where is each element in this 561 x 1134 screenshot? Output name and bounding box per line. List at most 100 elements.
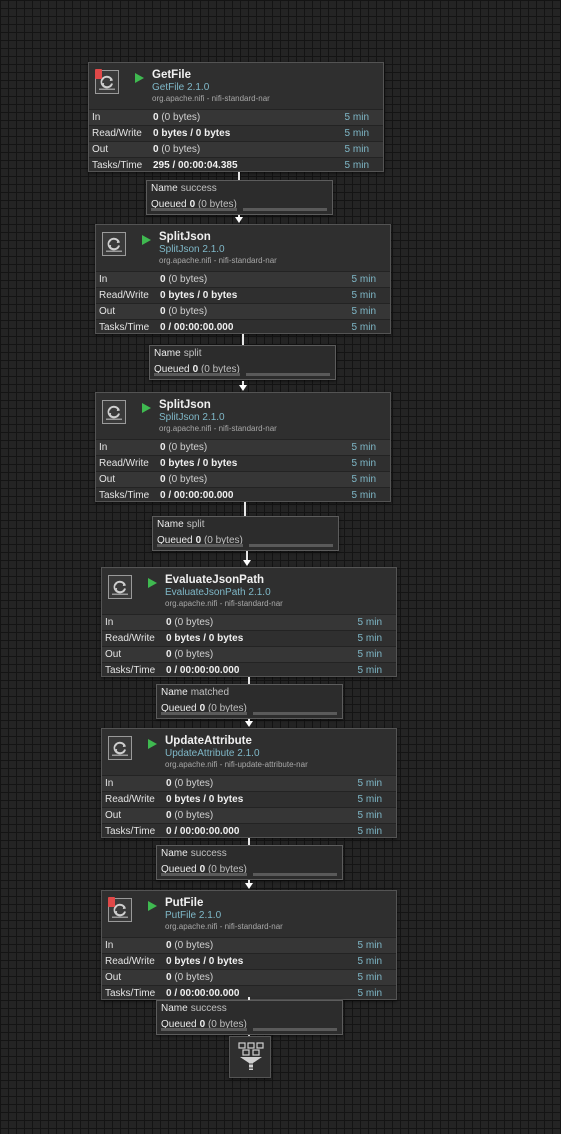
stat-label: Read/Write: [99, 290, 149, 301]
connection-label[interactable]: Name split Queued 0 (0 bytes): [152, 516, 339, 551]
stat-value: 0 (0 bytes): [153, 142, 200, 157]
running-status-icon: [135, 73, 144, 83]
stat-label: Out: [92, 144, 109, 155]
connection-edge[interactable]: [248, 838, 250, 845]
stat-value: 0 (0 bytes): [166, 938, 213, 953]
stat-period: 5 min: [357, 956, 382, 967]
queue-count-bar: [161, 1028, 247, 1031]
stat-period: 5 min: [344, 160, 369, 171]
stat-value: 0 (0 bytes): [160, 272, 207, 287]
stat-row-read-write: Read/Write 0 bytes / 0 bytes 5 min: [102, 791, 396, 807]
funnel[interactable]: [229, 1036, 271, 1078]
processor-evaluatejsonpath[interactable]: EvaluateJsonPath EvaluateJsonPath 2.1.0 or…: [101, 567, 397, 677]
stat-value: 0 (0 bytes): [166, 776, 213, 791]
stat-detail: (0 bytes): [174, 649, 214, 660]
stat-label: In: [105, 940, 114, 951]
stat-count: 0 bytes / 0 bytes: [166, 633, 244, 644]
stat-period: 5 min: [357, 633, 382, 644]
processor-header: UpdateAttribute UpdateAttribute 2.1.0 org.…: [102, 729, 396, 775]
queue-size-bar: [249, 544, 333, 547]
queue-size-bar: [253, 873, 337, 876]
flow-canvas[interactable]: GetFile GetFile 2.1.0 org.apache.nifi - ni…: [0, 0, 561, 1134]
stat-period: 5 min: [357, 794, 382, 805]
stat-period: 5 min: [351, 442, 376, 453]
connection-name-label: Name: [161, 848, 188, 859]
stat-period: 5 min: [351, 322, 376, 333]
stat-label: In: [105, 778, 114, 789]
stat-count: 0: [160, 306, 166, 317]
connection-edge[interactable]: [244, 502, 246, 516]
processor-splitjson-2[interactable]: SplitJson SplitJson 2.1.0 org.apache.nifi …: [95, 392, 391, 502]
invalid-warning-icon[interactable]: [95, 69, 102, 79]
stat-count: 0 bytes / 0 bytes: [166, 794, 244, 805]
stat-label: Out: [105, 810, 122, 821]
stat-value: 0 (0 bytes): [166, 615, 213, 630]
stat-label: In: [99, 442, 108, 453]
stat-value: 295 / 00:00:04.385: [153, 158, 238, 173]
stat-count: 0 bytes / 0 bytes: [153, 128, 231, 139]
stat-period: 5 min: [357, 988, 382, 999]
stat-value: 0 (0 bytes): [160, 472, 207, 487]
connection-edge[interactable]: [248, 677, 250, 684]
stat-count: 0 / 00:00:00.000: [160, 490, 234, 501]
stat-row-read-write: Read/Write 0 bytes / 0 bytes 5 min: [102, 953, 396, 969]
connection-label[interactable]: Name success Queued 0 (0 bytes): [146, 180, 333, 215]
stat-count: 0 bytes / 0 bytes: [160, 290, 238, 301]
stat-detail: (0 bytes): [168, 442, 208, 453]
stat-count: 0 / 00:00:00.000: [166, 988, 240, 999]
stat-count: 0 / 00:00:00.000: [166, 826, 240, 837]
connection-label[interactable]: Name success Queued 0 (0 bytes): [156, 1000, 343, 1035]
stat-count: 0: [153, 144, 159, 155]
stat-detail: (0 bytes): [174, 617, 214, 628]
processor-bundle: org.apache.nifi - nifi-standard-nar: [159, 256, 277, 265]
connection-name-label: Name: [154, 348, 181, 359]
processor-splitjson-1[interactable]: SplitJson SplitJson 2.1.0 org.apache.nifi …: [95, 224, 391, 334]
running-status-icon: [142, 403, 151, 413]
connection-label[interactable]: Name split Queued 0 (0 bytes): [149, 345, 336, 380]
stat-count: 0: [160, 274, 166, 285]
stat-row-out: Out 0 (0 bytes) 5 min: [89, 141, 383, 157]
connection-name-row: Name success: [161, 847, 227, 861]
stat-period: 5 min: [351, 290, 376, 301]
stat-row-tasks-time: Tasks/Time 0 / 00:00:00.000 5 min: [102, 662, 396, 678]
connection-name: success: [190, 848, 227, 859]
stat-count: 0: [153, 112, 159, 123]
stat-count: 0: [166, 649, 172, 660]
queue-size-bar: [246, 373, 330, 376]
connection-label[interactable]: Name success Queued 0 (0 bytes): [156, 845, 343, 880]
connection-edge[interactable]: [238, 172, 240, 180]
processor-name: PutFile: [165, 897, 204, 909]
processor-name: EvaluateJsonPath: [165, 574, 265, 586]
stat-row-in: In 0 (0 bytes) 5 min: [89, 109, 383, 125]
connection-name-label: Name: [157, 519, 184, 530]
invalid-warning-icon[interactable]: [108, 897, 115, 907]
stat-detail: (0 bytes): [168, 274, 208, 285]
stat-period: 5 min: [357, 940, 382, 951]
processor-putfile[interactable]: PutFile PutFile 2.1.0 org.apache.nifi - ni…: [101, 890, 397, 1000]
stat-period: 5 min: [351, 274, 376, 285]
processor-header: PutFile PutFile 2.1.0 org.apache.nifi - ni…: [102, 891, 396, 937]
stat-value: 0 / 00:00:00.000: [160, 320, 233, 335]
processor-type: UpdateAttribute 2.1.0: [165, 748, 260, 759]
processor-updateattribute[interactable]: UpdateAttribute UpdateAttribute 2.1.0 org.…: [101, 728, 397, 838]
connection-edge[interactable]: [248, 997, 250, 1000]
stat-value: 0 (0 bytes): [166, 808, 213, 823]
processor-type: SplitJson 2.1.0: [159, 412, 225, 423]
funnel-icon: [238, 1042, 264, 1070]
queue-size-bar: [243, 208, 327, 211]
stat-value: 0 bytes / 0 bytes: [166, 631, 243, 646]
stat-count: 0 / 00:00:00.000: [160, 322, 234, 333]
processor-header: SplitJson SplitJson 2.1.0 org.apache.nifi …: [96, 393, 390, 439]
processor-getfile[interactable]: GetFile GetFile 2.1.0 org.apache.nifi - ni…: [88, 62, 384, 172]
stat-count: 0: [166, 940, 172, 951]
connection-edge[interactable]: [242, 334, 244, 345]
stat-period: 5 min: [351, 458, 376, 469]
stat-value: 0 (0 bytes): [160, 440, 207, 455]
stat-count: 0 bytes / 0 bytes: [166, 956, 244, 967]
connection-label[interactable]: Name matched Queued 0 (0 bytes): [156, 684, 343, 719]
stat-row-tasks-time: Tasks/Time 0 / 00:00:00.000 5 min: [96, 319, 390, 335]
processor-icon: [102, 232, 126, 256]
stat-label: Read/Write: [105, 633, 155, 644]
processor-bundle: org.apache.nifi - nifi-standard-nar: [159, 424, 277, 433]
stat-row-in: In 0 (0 bytes) 5 min: [102, 775, 396, 791]
